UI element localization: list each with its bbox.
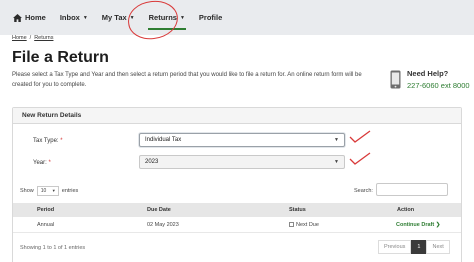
required-mark: * [48,160,51,166]
row-period: Annual [37,222,55,228]
home-icon [13,13,22,22]
nav-profile-label: Profile [198,13,223,22]
search-label: Search: [354,188,373,194]
breadcrumb-separator: / [29,35,32,41]
year-select[interactable]: 2023 ▼ [139,155,345,169]
nav-inbox[interactable]: Inbox ▼ [53,0,95,35]
header-action[interactable]: Action [397,203,414,217]
entries-select-value: 10 [40,188,47,194]
required-mark: * [60,138,63,144]
breadcrumb-returns-link[interactable]: Returns [34,35,53,41]
tax-type-label-text: Tax Type: [33,138,59,144]
tax-type-select[interactable]: Individual Tax ▼ [139,133,345,147]
table-info: Showing 1 to 1 of 1 entries [20,245,86,251]
table-row: Annual 02 May 2023 Next Due Continue Dra… [13,218,461,233]
row-status-text: Next Due [296,222,319,228]
phone-icon [390,70,401,89]
previous-button[interactable]: Previous [378,240,412,254]
help-title: Need Help? [407,69,449,78]
header-due-date[interactable]: Due Date [147,203,171,217]
help-phone[interactable]: 227-6060 ext 8000 [407,81,470,90]
breadcrumb: Home / Returns [12,35,53,41]
nav-home[interactable]: Home [6,0,53,35]
caret-down-icon: ▼ [129,14,135,21]
caret-down-icon: ▼ [82,14,88,21]
top-navbar: Home Inbox ▼ My Tax ▼ Returns ▼ Profile [0,0,474,35]
help-box: Need Help? 227-6060 ext 8000 [390,69,470,90]
show-label: Show [20,188,34,194]
nav-profile[interactable]: Profile [192,0,229,35]
tax-type-value: Individual Tax [145,137,182,143]
calendar-icon [289,222,294,227]
year-label: Year: * [33,160,51,166]
nav-returns-label: Returns [148,13,177,22]
tax-type-label: Tax Type: * [33,138,63,144]
intro-text: Please select a Tax Type and Year and th… [12,72,362,88]
search-input[interactable] [376,183,448,196]
next-button[interactable]: Next [426,240,450,254]
table-header: Period Due Date Status Action [13,203,461,217]
entries-select[interactable]: 10 ▼ [36,186,59,196]
entries-label: entries [61,188,79,194]
year-value: 2023 [145,159,159,165]
pagination: Previous 1 Next [378,240,450,254]
row-status: Next Due [289,218,319,232]
header-period[interactable]: Period [37,203,54,217]
caret-down-icon: ▼ [179,14,185,21]
page-1-button[interactable]: 1 [411,240,427,254]
nav-mytax[interactable]: My Tax ▼ [95,0,142,35]
continue-draft-link[interactable]: Continue Draft ❯ [396,218,440,232]
row-due-date: 02 May 2023 [147,222,179,228]
dropdown-arrow-icon: ▼ [334,159,339,165]
dropdown-arrow-icon: ▼ [334,137,339,143]
breadcrumb-home-link[interactable]: Home [12,35,27,41]
nav-inbox-label: Inbox [59,13,80,22]
nav-mytax-label: My Tax [101,13,127,22]
dropdown-arrow-icon: ▼ [51,188,56,193]
header-status[interactable]: Status [289,203,306,217]
page-title: File a Return [12,49,109,66]
nav-home-label: Home [25,13,46,22]
nav-returns[interactable]: Returns ▼ [142,0,192,35]
entries-length-control: Show 10 ▼ entries [20,186,78,196]
panel-title: New Return Details [13,108,461,124]
year-label-text: Year: [33,160,47,166]
